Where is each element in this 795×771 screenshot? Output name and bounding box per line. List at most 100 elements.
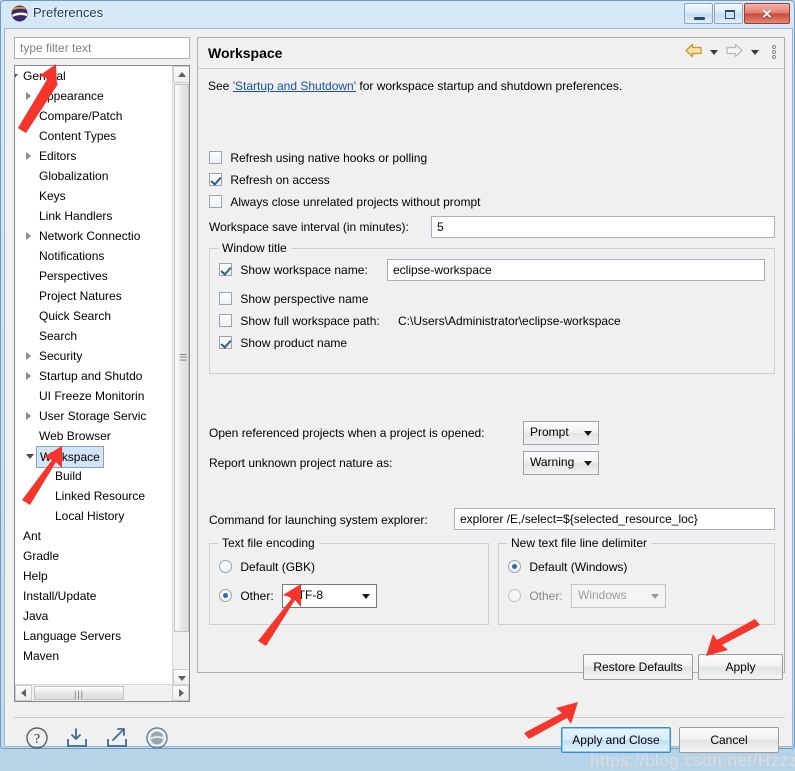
scroll-up-button[interactable] [173,66,189,83]
tree-item-startup-and-shutdo[interactable]: Startup and Shutdo [15,366,174,386]
checkbox-icon[interactable] [219,263,232,276]
tree-collapse-arrow-icon[interactable] [26,412,31,420]
tree-item-perspectives[interactable]: Perspectives [15,266,174,286]
open-referenced-dropdown[interactable]: Prompt [523,421,599,445]
tree-item-appearance[interactable]: Appearance [15,86,174,106]
about-icon[interactable] [145,726,169,750]
restore-defaults-button[interactable]: Restore Defaults [583,654,693,680]
radio-icon[interactable] [508,560,521,573]
tree-collapse-arrow-icon[interactable] [26,232,31,240]
tree-item-label: Help [23,569,48,583]
tree-vertical-scrollbar[interactable]: ☰ [172,66,189,686]
tree-collapse-arrow-icon[interactable] [26,152,31,160]
tree-item-notifications[interactable]: Notifications [15,246,174,266]
tree-item-content-types[interactable]: Content Types [15,126,174,146]
tree-collapse-arrow-icon[interactable] [26,92,31,100]
tree-item-security[interactable]: Security [15,346,174,366]
chevron-down-icon [584,461,592,466]
encoding-dropdown[interactable]: UTF-8 [282,584,377,608]
checkbox-close-unrelated-projects[interactable]: Always close unrelated projects without … [209,195,480,209]
tree-item-java[interactable]: Java [15,606,174,626]
tree-item-quick-search[interactable]: Quick Search [15,306,174,326]
tree-item-label: Java [23,609,49,623]
tree-item-link-handlers[interactable]: Link Handlers [15,206,174,226]
tree-item-user-storage-servic[interactable]: User Storage Servic [15,406,174,426]
tree-item-globalization[interactable]: Globalization [15,166,174,186]
title-bar: Preferences ✕ [1,1,794,27]
tree-item-ant[interactable]: Ant [15,526,174,546]
radio-icon[interactable] [508,589,521,602]
filter-input[interactable]: type filter text [14,37,190,59]
tree-item-label: Build [55,469,82,483]
tree-item-language-servers[interactable]: Language Servers [15,626,174,646]
apply-and-close-button[interactable]: Apply and Close [561,727,671,753]
tree-item-install-update[interactable]: Install/Update [15,586,174,606]
tree-item-general[interactable]: General [15,66,174,86]
group-legend: New text file line delimiter [507,536,652,550]
save-interval-input[interactable]: 5 [431,216,775,238]
tree-item-web-browser[interactable]: Web Browser [15,426,174,446]
checkbox-icon[interactable] [219,292,232,305]
tree-horizontal-scrollbar[interactable]: ||| [15,684,189,701]
tree-item-network-connectio[interactable]: Network Connectio [15,226,174,246]
tree-item-linked-resource[interactable]: Linked Resource [15,486,174,506]
tree-item-maven[interactable]: Maven [15,646,174,666]
tree-item-build[interactable]: Build [15,466,174,486]
preferences-tree[interactable]: General Appearance Compare/Patch Content Ty… [14,65,190,702]
tree-item-project-natures[interactable]: Project Natures [15,286,174,306]
tree-expand-arrow-icon[interactable] [15,74,18,79]
checkbox-icon[interactable] [219,336,232,349]
delimiter-dropdown[interactable]: Windows [571,584,666,608]
checkbox-refresh-on-access[interactable]: Refresh on access [209,173,330,187]
tree-expand-arrow-icon[interactable] [26,454,34,459]
back-arrow-icon[interactable] [684,43,703,61]
radio-delimiter-other[interactable]: Other: [508,589,563,603]
checkbox-show-full-workspace-path[interactable]: Show full workspace path: [219,314,380,328]
tree-item-help[interactable]: Help [15,566,174,586]
checkbox-icon[interactable] [209,195,222,208]
horizontal-scroll-thumb[interactable]: ||| [34,686,124,700]
workspace-name-input[interactable]: eclipse-workspace [387,259,765,281]
tree-item-keys[interactable]: Keys [15,186,174,206]
checkbox-label: Show workspace name: [240,263,368,277]
tree-item-ui-freeze-monitorin[interactable]: UI Freeze Monitorin [15,386,174,406]
radio-delimiter-default[interactable]: Default (Windows) [508,560,627,574]
scroll-right-button[interactable] [172,685,189,701]
checkbox-icon[interactable] [209,173,222,186]
tree-item-workspace[interactable]: Workspace [15,446,174,468]
radio-icon[interactable] [219,560,232,573]
radio-encoding-default[interactable]: Default (GBK) [219,560,315,574]
tree-item-compare-patch[interactable]: Compare/Patch [15,106,174,126]
back-history-chevron-down-icon[interactable] [710,49,718,55]
checkbox-show-workspace-name[interactable]: Show workspace name: [219,263,368,277]
tree-item-search[interactable]: Search [15,326,174,346]
explorer-command-input[interactable]: explorer /E,/select=${selected_resource_… [454,508,775,530]
startup-shutdown-link[interactable]: 'Startup and Shutdown' [233,79,356,93]
scroll-left-button[interactable] [15,685,32,701]
tree-item-gradle[interactable]: Gradle [15,546,174,566]
tree-item-local-history[interactable]: Local History [15,506,174,526]
tree-item-editors[interactable]: Editors [15,146,174,166]
maximize-button[interactable] [714,3,743,24]
apply-button[interactable]: Apply [698,654,783,680]
forward-history-chevron-down-icon[interactable] [751,49,759,55]
checkbox-refresh-native-hooks[interactable]: Refresh using native hooks or polling [209,151,427,165]
checkbox-show-product-name[interactable]: Show product name [219,336,347,350]
view-menu-icon[interactable] [772,45,776,59]
checkbox-show-perspective-name[interactable]: Show perspective name [219,292,368,306]
help-icon[interactable]: ? [25,726,49,750]
tree-collapse-arrow-icon[interactable] [26,352,31,360]
close-button[interactable]: ✕ [744,3,790,24]
forward-arrow-icon[interactable] [725,43,744,61]
radio-icon[interactable] [219,589,232,602]
minimize-button[interactable] [684,3,713,24]
checkbox-icon[interactable] [219,314,232,327]
radio-encoding-other[interactable]: Other: [219,589,274,603]
report-nature-dropdown[interactable]: Warning [523,451,599,475]
vertical-scroll-thumb[interactable]: ☰ [174,84,189,632]
import-icon[interactable] [65,726,89,750]
tree-collapse-arrow-icon[interactable] [26,372,31,380]
checkbox-icon[interactable] [209,151,222,164]
export-icon[interactable] [105,726,129,750]
cancel-button[interactable]: Cancel [679,727,779,753]
